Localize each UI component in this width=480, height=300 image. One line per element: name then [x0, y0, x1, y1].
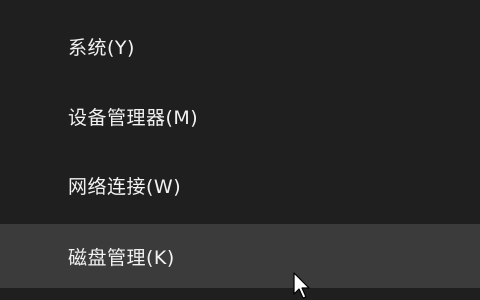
menu-item-system[interactable]: 系统(Y) [0, 22, 480, 70]
menu-item-network-connections-label: 网络连接(W) [68, 175, 182, 198]
menu-item-system-label: 系统(Y) [68, 36, 135, 59]
menu-item-disk-management-label: 磁盘管理(K) [68, 246, 175, 269]
menu-item-device-manager-label: 设备管理器(M) [68, 106, 199, 129]
menu-item-device-manager[interactable]: 设备管理器(M) [0, 92, 480, 140]
menu-item-disk-management[interactable]: 磁盘管理(K) [0, 224, 480, 288]
menu-item-network-connections[interactable]: 网络连接(W) [0, 161, 480, 209]
power-user-context-menu: 系统(Y) 设备管理器(M) 网络连接(W) 磁盘管理(K) [0, 0, 480, 300]
mouse-pointer-arrow-icon [293, 272, 310, 299]
